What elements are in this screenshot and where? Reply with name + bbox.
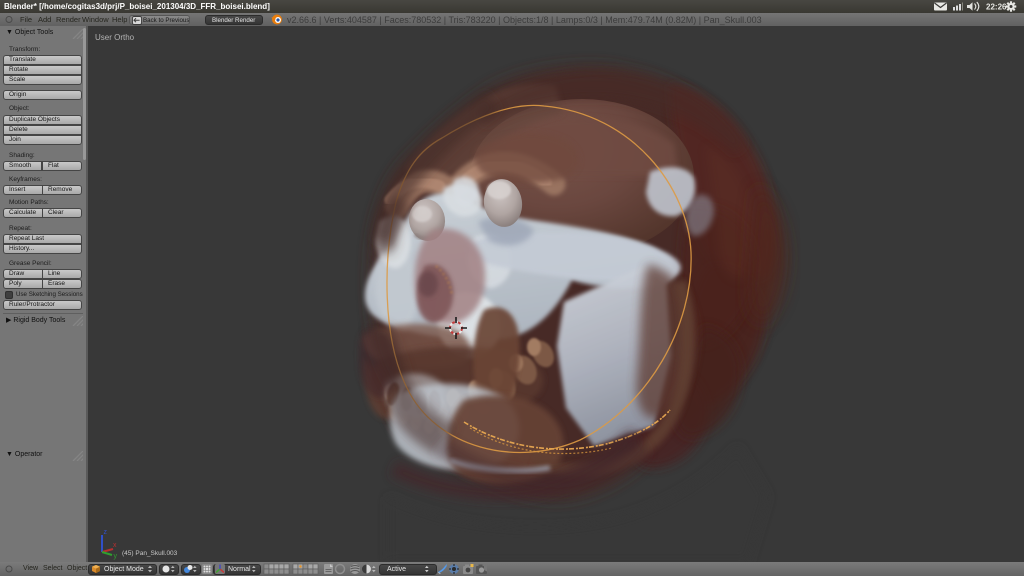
svg-text:z: z bbox=[104, 529, 108, 536]
svg-text:x: x bbox=[113, 542, 117, 549]
svg-text:22:26: 22:26 bbox=[986, 3, 1007, 12]
svg-text:y: y bbox=[114, 553, 118, 560]
